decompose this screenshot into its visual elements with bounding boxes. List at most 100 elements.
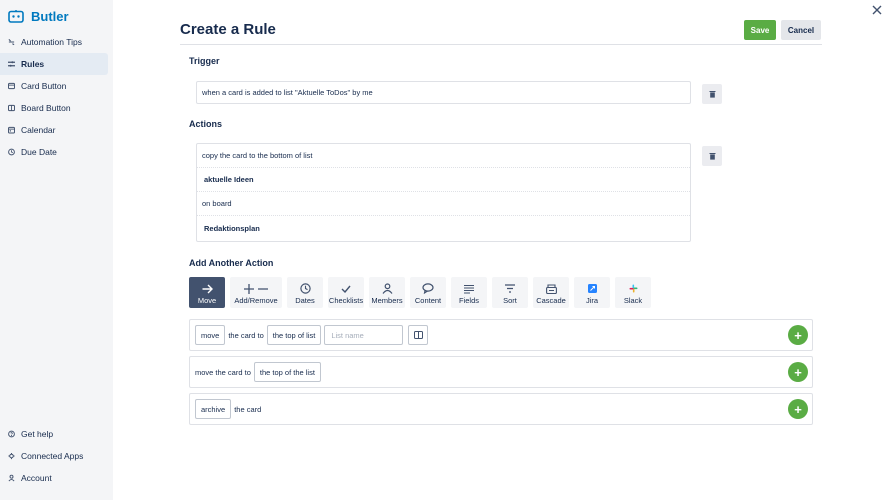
sidebar-item-label: Automation Tips <box>21 37 82 47</box>
sidebar: Butler Automation Tips Rules Card Button… <box>0 0 113 500</box>
trash-icon <box>709 153 715 160</box>
member-icon <box>382 281 393 296</box>
cancel-button[interactable]: Cancel <box>781 20 821 40</box>
verb-select[interactable]: archive <box>195 399 232 419</box>
page-title: Create a Rule <box>180 21 276 38</box>
save-button[interactable]: Save <box>744 20 776 40</box>
tab-label: Jira <box>585 296 599 305</box>
tab-members[interactable]: Members <box>369 277 405 308</box>
action-row[interactable]: copy the card to the bottom of list <box>197 144 690 168</box>
tab-label: Move <box>197 296 217 305</box>
action-row[interactable]: aktuelle Ideen <box>197 168 690 192</box>
tab-label: Content <box>414 296 442 305</box>
clock-icon <box>8 148 15 156</box>
action-row[interactable]: on board <box>197 192 690 216</box>
jira-icon <box>587 281 597 296</box>
board-icon <box>413 331 423 339</box>
sort-icon <box>505 281 515 296</box>
action-tabs: Move Add/Remove Dates Checklists Members… <box>189 277 651 308</box>
trigger-text: when a card is added to list "Aktuelle T… <box>202 88 373 97</box>
actions-list: copy the card to the bottom of list aktu… <box>196 143 691 242</box>
add-action-button[interactable]: + <box>788 399 808 419</box>
sidebar-item-label: Account <box>21 473 52 483</box>
header-divider <box>180 44 822 45</box>
tab-slack[interactable]: Slack <box>615 277 651 308</box>
action-option-archive: archive the card + <box>189 393 813 425</box>
add-action-button[interactable]: + <box>788 325 808 345</box>
help-icon <box>8 430 15 438</box>
add-action-heading: Add Another Action <box>189 258 274 268</box>
option-text: move the card to <box>195 367 251 377</box>
arrow-right-icon <box>202 281 213 296</box>
delete-trigger-button[interactable] <box>702 84 722 104</box>
sidebar-bottom-nav: Get help Connected Apps Account <box>0 423 113 489</box>
action-text: on board <box>202 199 232 208</box>
tab-label: Add/Remove <box>234 296 278 305</box>
rules-icon <box>8 61 15 68</box>
sidebar-item-label: Get help <box>21 429 54 439</box>
sidebar-item-label: Connected Apps <box>21 451 84 461</box>
clock-icon <box>299 281 311 296</box>
sidebar-item-due-date[interactable]: Due Date <box>0 141 108 163</box>
actions-heading: Actions <box>189 119 223 129</box>
tab-label: Checklists <box>328 296 364 305</box>
delete-action-button[interactable] <box>702 146 722 166</box>
tab-cascade[interactable]: Cascade <box>533 277 569 308</box>
tab-label: Members <box>371 296 403 305</box>
apps-icon <box>8 452 15 460</box>
tab-label: Slack <box>623 296 643 305</box>
action-option-move: move the card to the top of list + <box>189 319 813 351</box>
tab-label: Sort <box>503 296 517 305</box>
board-icon <box>8 104 15 112</box>
plus-minus-icon <box>244 281 268 296</box>
sidebar-item-label: Card Button <box>21 81 67 91</box>
tab-content[interactable]: Content <box>410 277 446 308</box>
card-icon <box>8 82 15 90</box>
sidebar-nav: Automation Tips Rules Card Button Board … <box>0 31 113 163</box>
list-picker-button[interactable] <box>408 325 429 345</box>
tab-label: Cascade <box>536 296 566 305</box>
slack-icon <box>629 281 638 296</box>
tab-label: Fields <box>458 296 479 305</box>
action-text: copy the card to the bottom of list <box>202 151 313 160</box>
comment-icon <box>422 281 434 296</box>
tab-dates[interactable]: Dates <box>287 277 323 308</box>
action-row[interactable]: Redaktionsplan <box>197 216 690 240</box>
sidebar-item-rules[interactable]: Rules <box>0 53 108 75</box>
sidebar-item-card-button[interactable]: Card Button <box>0 75 108 97</box>
sidebar-item-automation-tips[interactable]: Automation Tips <box>0 31 108 53</box>
tab-sort[interactable]: Sort <box>492 277 528 308</box>
user-icon <box>8 474 15 482</box>
trigger-heading: Trigger <box>189 56 220 66</box>
option-text: the card to <box>228 330 264 340</box>
close-icon[interactable] <box>872 3 882 18</box>
sidebar-item-label: Board Button <box>21 103 71 113</box>
action-text: aktuelle Ideen <box>204 175 254 184</box>
check-icon <box>341 281 351 296</box>
tab-fields[interactable]: Fields <box>451 277 487 308</box>
sidebar-item-board-button[interactable]: Board Button <box>0 97 108 119</box>
sidebar-item-label: Due Date <box>21 147 57 157</box>
butler-icon <box>8 10 24 23</box>
verb-select[interactable]: move <box>195 325 226 345</box>
action-text: Redaktionsplan <box>204 223 260 233</box>
trigger-row[interactable]: when a card is added to list "Aktuelle T… <box>196 81 691 104</box>
tab-checklists[interactable]: Checklists <box>328 277 364 308</box>
sidebar-item-label: Rules <box>21 59 45 69</box>
tab-add-remove[interactable]: Add/Remove <box>230 277 282 308</box>
sidebar-item-connected-apps[interactable]: Connected Apps <box>0 445 108 467</box>
brand[interactable]: Butler <box>8 9 69 24</box>
sidebar-item-account[interactable]: Account <box>0 467 108 489</box>
sidebar-item-label: Calendar <box>21 125 56 135</box>
calendar-icon <box>8 126 15 134</box>
tab-move[interactable]: Move <box>189 277 225 308</box>
brand-name: Butler <box>31 9 69 24</box>
position-select[interactable]: the top of list <box>266 325 322 345</box>
sidebar-item-get-help[interactable]: Get help <box>0 423 108 445</box>
trash-icon <box>709 91 715 98</box>
add-action-button[interactable]: + <box>788 362 808 382</box>
tab-jira[interactable]: Jira <box>574 277 610 308</box>
list-name-input[interactable] <box>324 325 404 345</box>
sidebar-item-calendar[interactable]: Calendar <box>0 119 108 141</box>
position-select[interactable]: the top of the list <box>253 362 321 382</box>
